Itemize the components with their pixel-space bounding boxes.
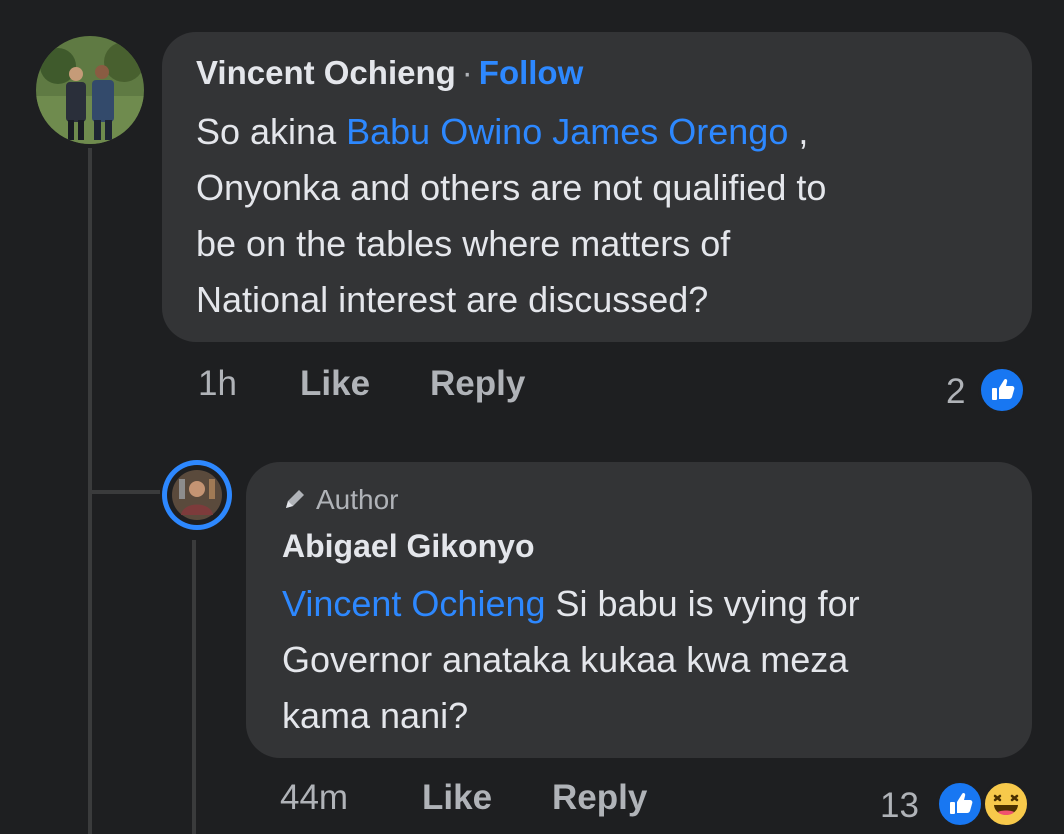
reply-thread-line (192, 540, 196, 834)
comment-text-prefix: So akina (196, 111, 347, 152)
comment-reply-button[interactable]: Reply (430, 364, 525, 404)
thread-line-branch (88, 490, 160, 494)
commenter-name[interactable]: Vincent Ochieng (196, 54, 456, 91)
commenter-avatar[interactable] (36, 36, 144, 144)
reply-line-2: Governor anataka kukaa kwa meza (282, 639, 849, 680)
reply-mention-link[interactable]: Vincent Ochieng (282, 583, 546, 624)
reply-text: Vincent Ochieng Si babu is vying for Gov… (282, 576, 1022, 744)
reply-avatar (167, 465, 227, 525)
reply-reaction-count[interactable]: 13 (880, 786, 919, 826)
reply-timestamp[interactable]: 44m (280, 778, 348, 818)
comment-reaction-count[interactable]: 2 (946, 372, 965, 412)
thumbs-up-glyph (950, 792, 973, 814)
comment-timestamp[interactable]: 1h (198, 364, 237, 404)
author-badge: Author (282, 484, 399, 516)
comment-like-button[interactable]: Like (300, 364, 370, 404)
reply-reply-button[interactable]: Reply (552, 778, 647, 818)
like-icon[interactable] (936, 780, 984, 828)
separator-dot: · (461, 54, 473, 91)
pencil-icon (286, 490, 304, 508)
mention-link[interactable]: Babu Owino James Orengo (346, 111, 788, 152)
comment-header: Vincent Ochieng · Follow (196, 54, 583, 92)
reply-line-3: kama nani? (282, 695, 469, 736)
reply-like-button[interactable]: Like (422, 778, 492, 818)
reply-line-1-rest: Si babu is vying for (545, 583, 860, 624)
comment-line-3: be on the tables where matters of (196, 223, 731, 264)
comment-line-1: So akina Babu Owino James Orengo , (196, 104, 1016, 160)
like-icon[interactable] (978, 366, 1026, 414)
reply-line-1: Vincent Ochieng Si babu is vying for (282, 576, 1022, 632)
comment-line-1-end: , (788, 111, 809, 152)
avatar-photo (36, 36, 144, 144)
comment-text: So akina Babu Owino James Orengo , Onyon… (196, 104, 1016, 328)
comment-line-4: National interest are discussed? (196, 279, 709, 320)
thumbs-up-glyph (992, 378, 1015, 400)
haha-icon[interactable] (982, 780, 1030, 828)
reply-avatar-ring[interactable] (162, 460, 232, 530)
reply-author-name[interactable]: Abigael Gikonyo (282, 528, 534, 565)
follow-button[interactable]: Follow (479, 54, 583, 91)
laughing-face-glyph (993, 794, 1019, 815)
comment-line-2: Onyonka and others are not qualified to (196, 167, 827, 208)
reply-avatar-photo (172, 470, 222, 520)
author-badge-label: Author (316, 484, 399, 515)
